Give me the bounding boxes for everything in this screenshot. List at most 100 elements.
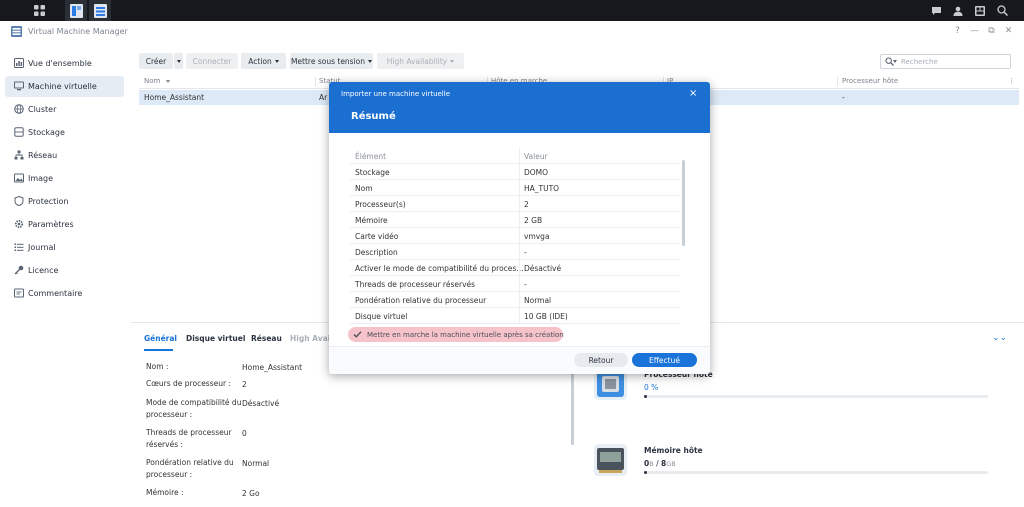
summary-header: Élément Valeur xyxy=(350,148,680,164)
vmm-icon xyxy=(93,3,107,18)
create-button[interactable]: Créer xyxy=(139,53,173,69)
field-label: Threads de processeur réservés : xyxy=(146,428,232,449)
computer-icon xyxy=(14,81,24,91)
taskbar-app-file-station[interactable] xyxy=(65,0,87,21)
field-label: Pondération relative du processeur : xyxy=(146,458,234,479)
connect-button[interactable]: Connecter xyxy=(186,53,238,69)
chat-icon xyxy=(931,6,941,15)
memory-title: Mémoire hôte xyxy=(644,446,703,455)
table-row: Disque virtuel 10 GB (IDE) xyxy=(350,308,680,324)
col-name[interactable]: Nom xyxy=(144,77,170,85)
search-box[interactable] xyxy=(880,54,1011,69)
sidebar-item-comment[interactable]: Commentaire xyxy=(5,283,124,304)
table-row: Threads de processeur réservés - xyxy=(350,276,680,292)
taskbar xyxy=(0,0,1024,21)
list-icon xyxy=(14,243,24,251)
tab-network[interactable]: Réseau xyxy=(251,334,282,343)
memory-bar xyxy=(644,471,988,474)
sidebar-item-image[interactable]: Image xyxy=(5,168,124,189)
memory-bar-fill xyxy=(644,471,648,474)
widgets-button[interactable] xyxy=(972,0,988,21)
notifications-button[interactable] xyxy=(928,0,944,21)
file-station-icon xyxy=(69,3,83,18)
table-row: Description - xyxy=(350,244,680,260)
table-row: Pondération relative du processeur Normal xyxy=(350,292,680,308)
dialog-step-title: Résumé xyxy=(351,111,396,122)
network-icon xyxy=(14,150,24,160)
close-icon[interactable]: ✕ xyxy=(1003,26,1014,37)
sidebar-item-overview[interactable]: Vue d'ensemble xyxy=(5,53,124,74)
shield-icon xyxy=(14,196,24,206)
create-dropdown-button[interactable] xyxy=(174,53,183,69)
widgets-icon xyxy=(975,5,985,16)
chevron-down-icon xyxy=(165,80,170,83)
column-menu-icon[interactable]: ⋮ xyxy=(1008,77,1015,85)
search-input[interactable] xyxy=(901,56,1007,67)
tab-virtual-disk[interactable]: Disque virtuel xyxy=(186,334,245,343)
col-cpu[interactable]: Processeur hôte xyxy=(842,77,898,85)
database-icon xyxy=(14,127,24,137)
sidebar: Vue d'ensemble Machine virtuelle Cluster… xyxy=(0,50,131,507)
taskbar-app-vmm[interactable] xyxy=(89,0,111,21)
action-button[interactable]: Action xyxy=(241,53,286,69)
active-tab-indicator xyxy=(144,349,173,351)
help-icon[interactable]: ? xyxy=(952,26,963,37)
row-cpu: - xyxy=(842,93,845,102)
search-button[interactable] xyxy=(994,0,1010,21)
dialog-footer: Retour Effectué xyxy=(329,346,710,374)
sidebar-item-log[interactable]: Journal xyxy=(5,237,124,258)
sidebar-item-storage[interactable]: Stockage xyxy=(5,122,124,143)
dialog-title: Importer une machine virtuelle xyxy=(341,90,451,98)
field-value: Normal xyxy=(242,459,270,468)
field-label: Cœurs de processeur : xyxy=(146,379,231,388)
high-availability-button[interactable]: High Availability xyxy=(377,53,464,69)
tab-general[interactable]: Général xyxy=(144,334,177,343)
checkmark-icon xyxy=(353,331,362,338)
vmm-logo-icon xyxy=(11,26,22,37)
table-row: Activer le mode de compatibilité du proc… xyxy=(350,260,680,276)
chevron-down-icon xyxy=(450,59,455,63)
back-button[interactable]: Retour xyxy=(574,353,628,367)
sidebar-item-protection[interactable]: Protection xyxy=(5,191,124,212)
close-icon[interactable]: × xyxy=(689,88,697,99)
restore-icon[interactable]: ⧉ xyxy=(986,26,997,37)
window-title: Virtual Machine Manager xyxy=(28,27,128,36)
gear-icon xyxy=(14,219,24,229)
row-status: Ar xyxy=(319,93,328,102)
sidebar-item-license[interactable]: Licence xyxy=(5,260,124,281)
window-titlebar: Virtual Machine Manager ? — ⧉ ✕ xyxy=(0,21,1024,43)
summary-scrollbar[interactable] xyxy=(682,160,685,246)
main-menu-button[interactable] xyxy=(28,0,50,21)
field-label: Mémoire : xyxy=(146,488,184,497)
image-icon xyxy=(14,173,24,183)
sidebar-item-network[interactable]: Réseau xyxy=(5,145,124,166)
grid-icon xyxy=(33,5,45,16)
done-button[interactable]: Effectué xyxy=(632,353,697,367)
user-icon xyxy=(953,6,963,16)
power-on-button[interactable]: Mettre sous tension xyxy=(290,53,373,69)
memory-value: 0B / 8GB xyxy=(644,459,676,468)
field-label: Mode de compatibilité du processeur : xyxy=(146,398,242,419)
chevron-down-icon xyxy=(176,59,181,63)
minimize-icon[interactable]: — xyxy=(969,26,980,37)
cpu-bar xyxy=(644,395,988,398)
sidebar-item-settings[interactable]: Paramètres xyxy=(5,214,124,235)
collapse-icon[interactable]: ⌄⌄ xyxy=(992,333,1007,343)
table-row: Processeur(s) 2 xyxy=(350,196,680,212)
key-icon xyxy=(14,265,24,275)
memory-icon xyxy=(594,444,627,476)
import-vm-dialog: Importer une machine virtuelle × Résumé … xyxy=(329,82,710,374)
table-row: Nom HA_TUTO xyxy=(350,180,680,196)
table-row: Mémoire 2 GB xyxy=(350,212,680,228)
field-value: Désactivé xyxy=(242,399,280,408)
power-on-after-create-checkbox[interactable]: Mettre en marche la machine virtuelle ap… xyxy=(348,327,564,342)
cpu-value: 0 % xyxy=(644,383,659,392)
sidebar-item-cluster[interactable]: Cluster xyxy=(5,99,124,120)
field-label: Nom : xyxy=(146,362,169,371)
sidebar-item-virtual-machine[interactable]: Machine virtuelle xyxy=(5,76,124,97)
cpu-bar-fill xyxy=(644,395,648,398)
chevron-down-icon xyxy=(274,59,279,63)
user-button[interactable] xyxy=(950,0,966,21)
search-icon xyxy=(996,5,1008,16)
chevron-down-icon xyxy=(368,59,373,63)
